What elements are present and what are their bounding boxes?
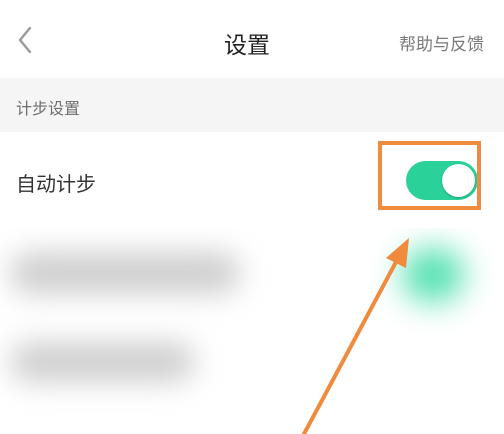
blurred-toggle (402, 248, 464, 302)
help-feedback-link[interactable]: 帮助与反馈 (399, 30, 484, 55)
highlight-box (378, 141, 481, 210)
auto-step-label: 自动计步 (16, 172, 96, 196)
section-title: 计步设置 (16, 99, 81, 118)
section-header: 计步设置 (0, 78, 504, 132)
blurred-content (0, 228, 504, 434)
blurred-row (10, 342, 195, 382)
app-header: 设置 帮助与反馈 (0, 0, 504, 78)
blurred-row (10, 252, 240, 294)
